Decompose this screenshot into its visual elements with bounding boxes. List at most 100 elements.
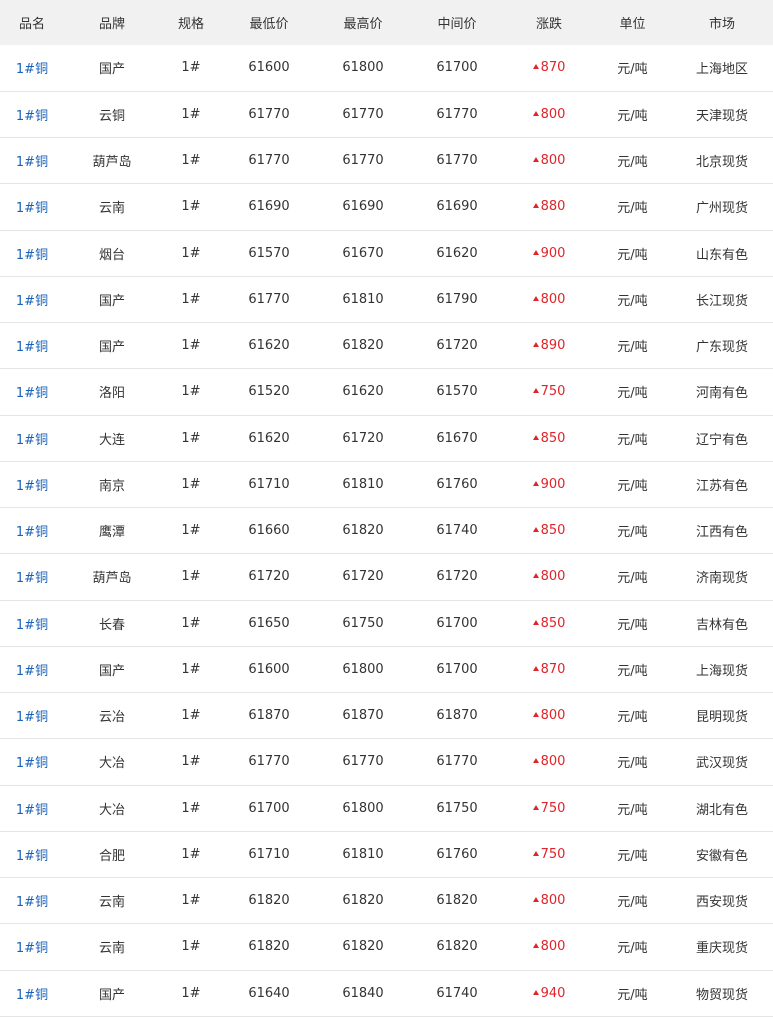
change-value: 750 [540, 846, 566, 862]
highest-price-cell: 61690 [342, 199, 384, 215]
change-cell: 870 [504, 646, 594, 692]
product-name-link[interactable]: 1#铜 [0, 45, 64, 91]
change-value: 800 [540, 893, 566, 909]
header-change: 涨跌 [535, 17, 562, 32]
brand-cell: 云铜 [98, 108, 125, 124]
market-cell: 西安现货 [695, 895, 748, 911]
table-row: 1#铜 国产 1# 61600 61800 61700 870 元/吨 上海地区 [0, 45, 773, 92]
product-name-link[interactable]: 1#铜 [0, 924, 64, 970]
table-row: 1#铜 鹰潭 1# 61660 61820 61740 850 元/吨 江西有色 [0, 508, 773, 554]
mid-price-cell: 61570 [436, 384, 478, 400]
lowest-price-cell: 61620 [248, 338, 290, 354]
change-value: 750 [540, 800, 566, 816]
highest-price-cell: 61810 [342, 846, 384, 862]
highest-price-cell: 61800 [342, 800, 384, 816]
spec-cell: 1# [181, 245, 201, 261]
highest-price-cell: 61720 [342, 569, 384, 585]
unit-cell: 元/吨 [617, 848, 648, 864]
product-name-link[interactable]: 1#铜 [0, 739, 64, 785]
table-row: 1#铜 葫芦岛 1# 61770 61770 61770 800 元/吨 北京现货 [0, 138, 773, 184]
change-value: 890 [540, 338, 566, 354]
change-cell: 800 [504, 739, 594, 785]
spec-cell: 1# [181, 476, 201, 492]
product-name-link[interactable]: 1#铜 [0, 600, 64, 646]
mid-price-cell: 61770 [436, 153, 478, 169]
lowest-price-cell: 61710 [248, 476, 290, 492]
change-value: 870 [540, 661, 566, 677]
unit-cell: 元/吨 [617, 432, 648, 448]
spec-cell: 1# [181, 615, 201, 631]
product-name-link[interactable]: 1#铜 [0, 831, 64, 877]
spec-cell: 1# [181, 939, 201, 955]
up-arrow-icon [532, 157, 539, 163]
highest-price-cell: 61820 [342, 338, 384, 354]
lowest-price-cell: 61600 [248, 661, 290, 677]
mid-price-cell: 61760 [436, 476, 478, 492]
up-arrow-icon [532, 712, 539, 718]
unit-cell: 元/吨 [617, 247, 648, 263]
highest-price-cell: 61770 [342, 754, 384, 770]
product-name-link[interactable]: 1#铜 [0, 878, 64, 924]
change-cell: 900 [504, 230, 594, 276]
change-cell: 800 [504, 91, 594, 137]
up-arrow-icon [532, 758, 539, 764]
up-arrow-icon [532, 665, 539, 671]
product-name-link[interactable]: 1#铜 [0, 785, 64, 831]
lowest-price-cell: 61600 [248, 60, 290, 76]
lowest-price-cell: 61660 [248, 523, 290, 539]
header-row: 品名 品牌 规格 最低价 最高价 中间价 涨跌 单位 市场 [0, 0, 773, 45]
mid-price-cell: 61820 [436, 893, 478, 909]
table-row: 1#铜 大连 1# 61620 61720 61670 850 元/吨 辽宁有色 [0, 415, 773, 462]
up-arrow-icon [532, 573, 539, 579]
product-name-link[interactable]: 1#铜 [0, 508, 64, 554]
mid-price-cell: 61770 [436, 106, 478, 122]
product-name-link[interactable]: 1#铜 [0, 646, 64, 692]
unit-cell: 元/吨 [617, 987, 648, 1003]
product-name-link[interactable]: 1#铜 [0, 323, 64, 369]
brand-cell: 国产 [98, 987, 125, 1003]
product-name-link[interactable]: 1#铜 [0, 184, 64, 230]
table-body: 1#铜 国产 1# 61600 61800 61700 870 元/吨 上海地区 1#铜 云铜 1# 6… [0, 45, 773, 1017]
product-name-link[interactable]: 1#铜 [0, 230, 64, 276]
highest-price-cell: 61720 [342, 430, 384, 446]
change-value: 750 [540, 384, 566, 400]
table-header: 品名 品牌 规格 最低价 最高价 中间价 涨跌 单位 市场 [0, 0, 773, 45]
product-name-link[interactable]: 1#铜 [0, 554, 64, 600]
table-row: 1#铜 葫芦岛 1# 61720 61720 61720 800 元/吨 济南现货 [0, 554, 773, 600]
product-name-link[interactable]: 1#铜 [0, 461, 64, 507]
change-cell: 880 [504, 184, 594, 230]
product-name-link[interactable]: 1#铜 [0, 970, 64, 1016]
change-cell: 800 [504, 878, 594, 924]
brand-cell: 大冶 [98, 802, 125, 818]
product-name-link[interactable]: 1#铜 [0, 91, 64, 137]
unit-cell: 元/吨 [617, 756, 648, 772]
spec-cell: 1# [181, 199, 201, 215]
product-name-link[interactable]: 1#铜 [0, 369, 64, 415]
brand-cell: 葫芦岛 [92, 155, 132, 171]
brand-cell: 合肥 [98, 848, 125, 864]
change-value: 800 [540, 939, 566, 955]
product-name-link[interactable]: 1#铜 [0, 693, 64, 739]
lowest-price-cell: 61640 [248, 985, 290, 1001]
unit-cell: 元/吨 [617, 155, 648, 171]
spec-cell: 1# [181, 800, 201, 816]
table-row: 1#铜 云南 1# 61820 61820 61820 800 元/吨 西安现货 [0, 878, 773, 924]
spec-cell: 1# [181, 338, 201, 354]
market-cell: 广州现货 [695, 201, 748, 217]
market-cell: 昆明现货 [695, 710, 748, 726]
up-arrow-icon [532, 64, 539, 70]
product-name-link[interactable]: 1#铜 [0, 138, 64, 184]
unit-cell: 元/吨 [617, 386, 648, 402]
highest-price-cell: 61840 [342, 985, 384, 1001]
up-arrow-icon [532, 342, 539, 348]
market-cell: 重庆现货 [695, 941, 748, 957]
product-name-link[interactable]: 1#铜 [0, 276, 64, 322]
change-value: 900 [540, 476, 566, 492]
product-name-link[interactable]: 1#铜 [0, 415, 64, 461]
spec-cell: 1# [181, 893, 201, 909]
lowest-price-cell: 61770 [248, 754, 290, 770]
spec-cell: 1# [181, 708, 201, 724]
market-cell: 河南有色 [695, 386, 748, 402]
mid-price-cell: 61740 [436, 523, 478, 539]
spec-cell: 1# [181, 106, 201, 122]
